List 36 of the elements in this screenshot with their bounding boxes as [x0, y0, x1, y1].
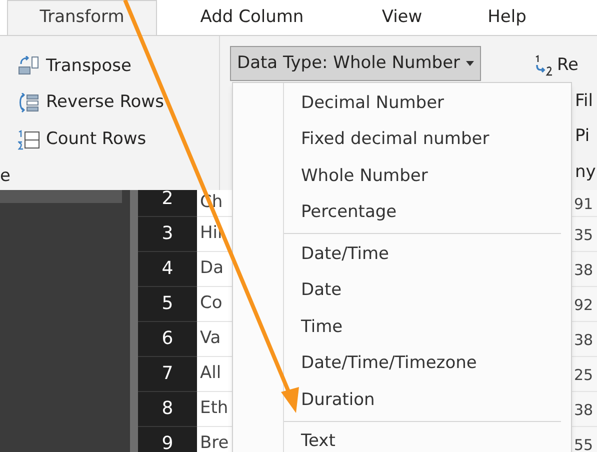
ribbon-command[interactable]: Reverse Rows	[0, 84, 219, 122]
query-item[interactable]	[0, 190, 122, 203]
menu-item[interactable]: Date/Time	[284, 236, 571, 272]
menu-item[interactable]: Text	[284, 424, 571, 452]
table-cell: 25	[572, 357, 597, 392]
row-number: 4	[138, 252, 197, 287]
table-cell: 38	[572, 392, 597, 427]
index-column-icon	[533, 54, 555, 77]
row-number: 7	[138, 357, 197, 392]
count-rows-icon	[18, 130, 40, 150]
table-cell: 91	[572, 190, 597, 217]
row-number: 3	[138, 217, 197, 252]
table-cell: 92	[572, 287, 597, 322]
menu-item[interactable]: Date/Time/Timezone	[284, 346, 571, 382]
table-cell: 55	[572, 427, 597, 452]
menu-item[interactable]: Date	[284, 272, 571, 309]
menu-item[interactable]: Percentage	[284, 194, 571, 231]
ribbon-command[interactable]: Re	[533, 48, 596, 84]
menu-item[interactable]: Time	[284, 309, 571, 346]
data-type-dropdown[interactable]: Data Type: Whole Number	[230, 46, 482, 81]
transpose-icon	[18, 56, 40, 76]
menu-item[interactable]: Duration	[284, 382, 571, 418]
reverse-rows-icon	[18, 93, 40, 114]
table-cell: 35	[572, 217, 597, 252]
row-number: 6	[138, 322, 197, 357]
row-number: 8	[138, 392, 197, 427]
row-number: 2	[138, 190, 197, 217]
caret-icon	[466, 61, 474, 66]
table-cell: 38	[572, 252, 597, 287]
ribbon-command[interactable]: Count Rows	[0, 122, 219, 158]
ribbon-command[interactable]: Transpose	[0, 48, 219, 85]
row-number: 5	[138, 287, 197, 322]
group-label: e	[0, 165, 10, 188]
ribbon-tab[interactable]: Transform	[7, 0, 157, 35]
row-number: 9	[138, 427, 197, 452]
table-cell: 38	[572, 322, 597, 357]
